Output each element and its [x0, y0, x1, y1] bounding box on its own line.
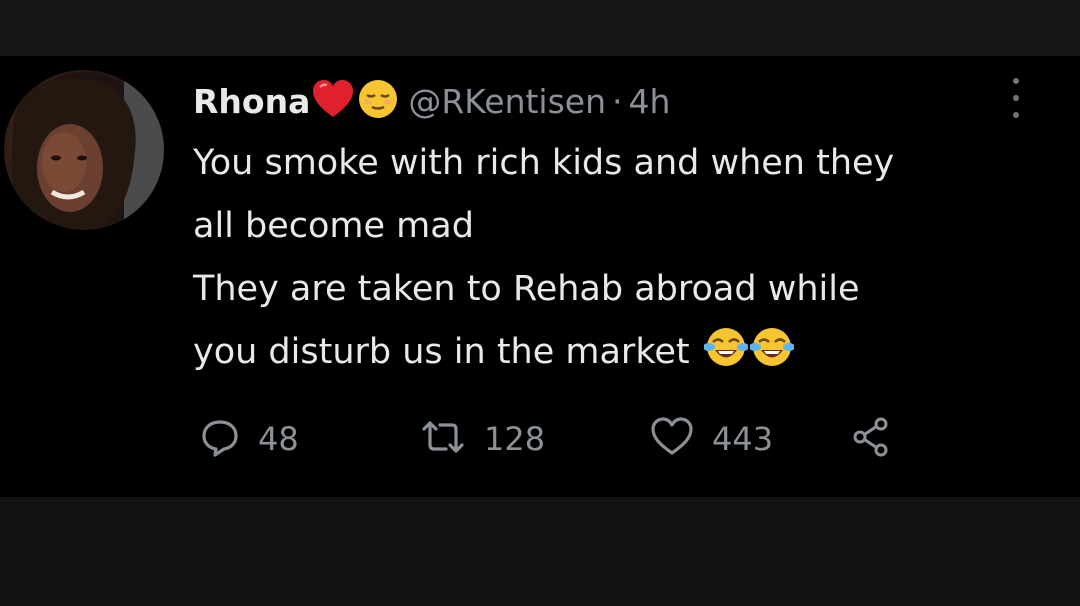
- retweet-count: 128: [484, 420, 546, 458]
- like-button[interactable]: 443: [650, 417, 850, 461]
- reply-count: 48: [258, 420, 299, 458]
- tweet-text-line: you disturb us in the market: [193, 332, 690, 372]
- heart-icon[interactable]: [650, 417, 694, 461]
- more-vertical-icon[interactable]: [1006, 78, 1026, 118]
- tweet-timestamp[interactable]: 4h: [629, 82, 671, 121]
- tweet-header: Rhona @RKentisen · 4h: [193, 76, 670, 126]
- share-button[interactable]: [850, 415, 894, 463]
- author-display-name[interactable]: Rhona: [193, 82, 310, 121]
- tweet-text-line-last: you disturb us in the market: [193, 321, 1053, 390]
- red-heart-emoji: [311, 79, 355, 123]
- tweet-actions: 48 128 443: [200, 414, 894, 464]
- tweet-text-line: You smoke with rich kids and when they: [193, 143, 895, 183]
- tweet-text: You smoke with rich kids and when they a…: [193, 132, 1053, 390]
- face-with-tears-of-joy-emoji: [702, 325, 749, 390]
- retweet-button[interactable]: 128: [420, 417, 650, 461]
- like-count: 443: [712, 420, 774, 458]
- tweet-text-line: They are taken to Rehab abroad while: [193, 269, 860, 309]
- author-handle[interactable]: @RKentisen: [408, 82, 606, 121]
- reply-icon[interactable]: [200, 417, 240, 461]
- tweet-text-line: all become mad: [193, 206, 474, 246]
- face-with-tears-of-joy-emoji: [748, 325, 795, 390]
- share-icon[interactable]: [850, 415, 894, 463]
- bottom-background: [0, 497, 1080, 606]
- reply-button[interactable]: 48: [200, 417, 420, 461]
- retweet-icon[interactable]: [420, 417, 466, 461]
- separator-dot: ·: [612, 81, 623, 121]
- top-background: [0, 0, 1080, 56]
- avatar[interactable]: [4, 70, 164, 230]
- relieved-face-emoji: [356, 77, 400, 125]
